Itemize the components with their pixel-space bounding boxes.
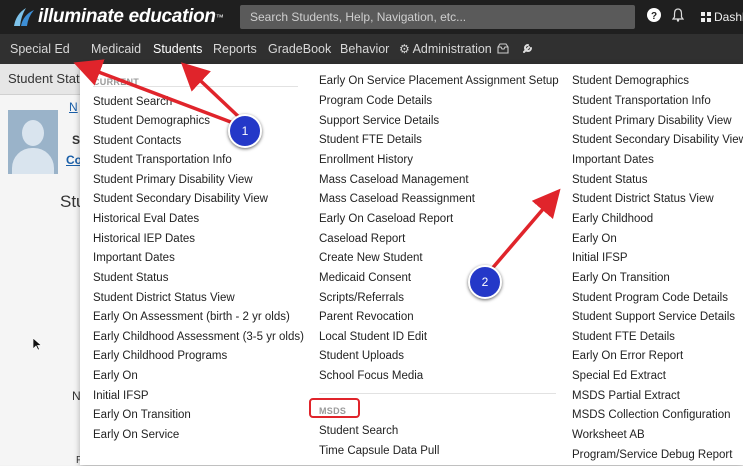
arrow-to-students bbox=[180, 62, 242, 120]
annotation-arrows bbox=[73, 59, 561, 273]
arrow-to-student-status bbox=[488, 188, 561, 273]
callout-badge-1: 1 bbox=[228, 114, 262, 148]
callout-badge-2: 2 bbox=[468, 265, 502, 299]
